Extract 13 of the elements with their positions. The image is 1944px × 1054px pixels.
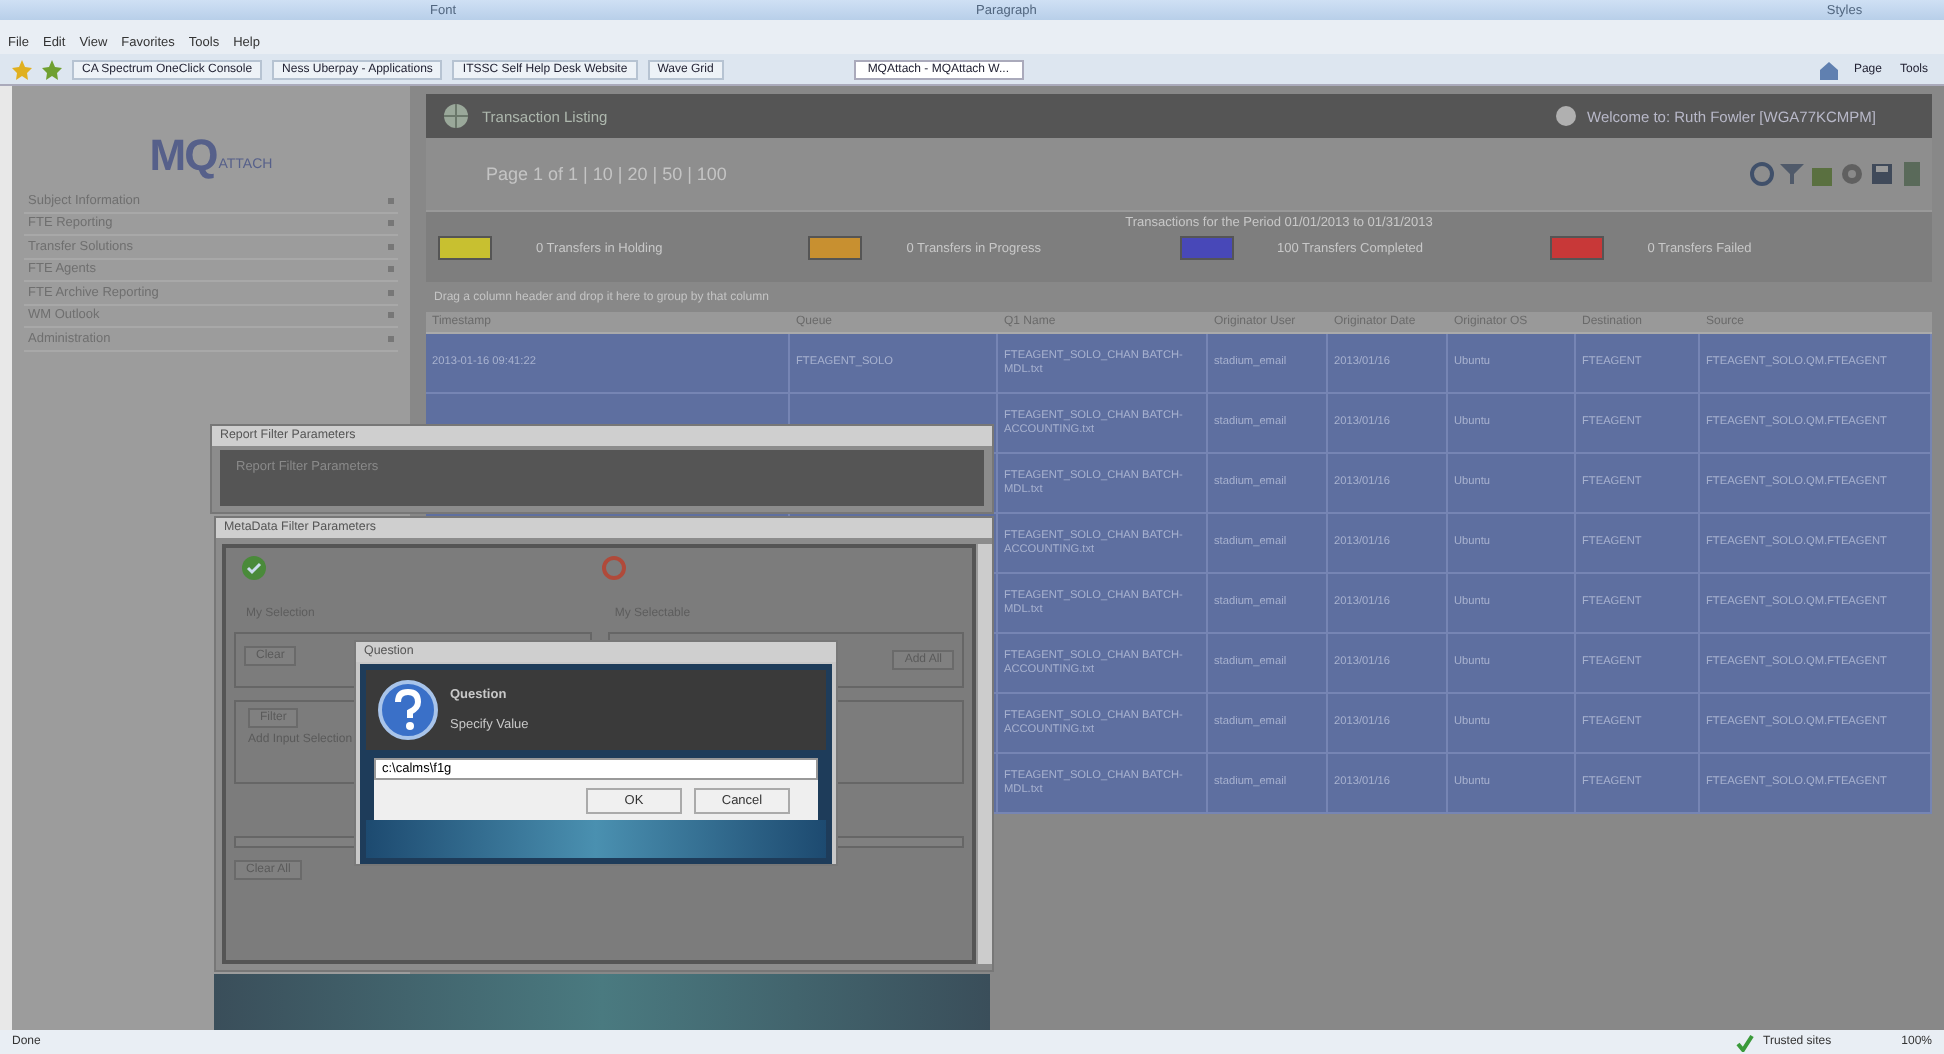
gear-icon[interactable] [1840,162,1864,186]
cancel-icon [602,556,626,580]
check-icon [1735,1033,1754,1051]
home-icon [1817,59,1840,79]
star-icon [42,59,62,79]
star-icon [12,59,32,79]
save-icon[interactable] [1870,162,1894,186]
check-icon [242,556,266,580]
filter-icon[interactable] [1780,162,1804,186]
refresh-icon[interactable] [1750,162,1774,186]
globe-icon [442,102,470,130]
user-icon [1555,106,1576,126]
question-icon [378,680,438,740]
